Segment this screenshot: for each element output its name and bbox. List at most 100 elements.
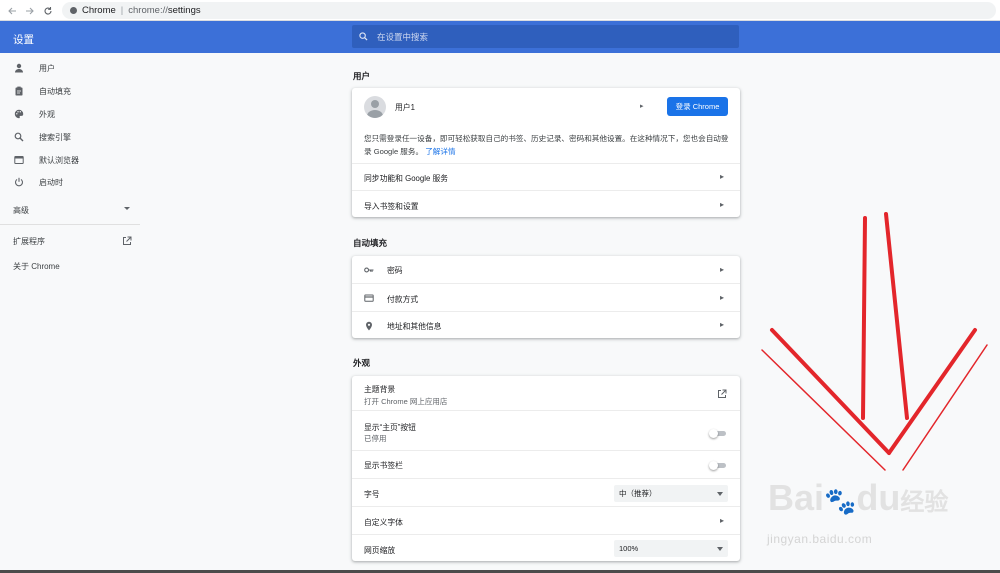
autofill-section-title: 自动填充 bbox=[353, 238, 388, 248]
chevron-right-icon: ▸ bbox=[719, 293, 724, 302]
theme-subtitle: 打开 Chrome 网上应用店 bbox=[364, 397, 448, 406]
signin-description-text: 您只需登录任一设备，即可轻松获取自己的书签、历史记录、密码和其他设置。在这种情况… bbox=[364, 134, 729, 156]
import-label: 导入书签和设置 bbox=[364, 202, 419, 211]
payment-methods-row[interactable]: 付款方式 ▸ bbox=[352, 283, 740, 311]
dropdown-caret-icon bbox=[717, 492, 723, 496]
sidebar-item-search-engine[interactable]: 搜索引擎 bbox=[0, 126, 140, 148]
addresses-label: 地址和其他信息 bbox=[387, 322, 442, 331]
url-path: settings bbox=[167, 5, 201, 16]
bookmarks-bar-label: 显示书签栏 bbox=[364, 461, 403, 470]
watermark-logo-text: Bai bbox=[768, 477, 825, 518]
open-in-new-icon[interactable] bbox=[717, 389, 727, 401]
bookmarks-bar-toggle[interactable] bbox=[709, 461, 726, 470]
sidebar-item-extensions[interactable]: 扩展程序 bbox=[0, 230, 140, 252]
avatar bbox=[364, 96, 386, 118]
sidebar-item-people[interactable]: 用户 bbox=[0, 57, 140, 79]
search-icon bbox=[359, 32, 368, 41]
autofill-card: 密码 ▸ 付款方式 ▸ 地址和其他信息 ▸ bbox=[352, 256, 740, 338]
home-button-toggle[interactable] bbox=[709, 429, 726, 438]
chevron-right-icon: ▸ bbox=[719, 172, 724, 181]
baidu-watermark-logo: Bai🐾du经验 bbox=[768, 477, 948, 519]
watermark-logo-text-2: du bbox=[856, 477, 901, 518]
baidu-watermark-url: jingyan.baidu.com bbox=[767, 532, 873, 546]
chrome-site-icon bbox=[70, 7, 77, 14]
font-size-select[interactable]: 中（推荐） bbox=[614, 485, 728, 502]
theme-row[interactable]: 主题背景 打开 Chrome 网上应用店 bbox=[352, 376, 740, 410]
people-section-title: 用户 bbox=[353, 71, 371, 81]
home-button-subtitle: 已停用 bbox=[364, 434, 387, 443]
clipboard-icon bbox=[14, 86, 24, 96]
signin-description: 您只需登录任一设备，即可轻松获取自己的书签、历史记录、密码和其他设置。在这种情况… bbox=[364, 133, 734, 158]
chevron-down-icon bbox=[124, 207, 130, 210]
people-card: 用户1 ▸ 登录 Chrome 您只需登录任一设备，即可轻松获取自己的书签、历史… bbox=[352, 88, 740, 217]
bookmarks-bar-row[interactable]: 显示书签栏 bbox=[352, 450, 740, 478]
arrow-left-icon bbox=[8, 7, 16, 14]
sidebar-item-label: 搜索引擎 bbox=[39, 132, 71, 142]
reload-button[interactable] bbox=[38, 0, 58, 21]
site-label: Chrome bbox=[82, 5, 116, 16]
passwords-label: 密码 bbox=[387, 266, 403, 275]
font-size-value: 中（推荐） bbox=[619, 489, 657, 498]
dropdown-caret-icon bbox=[717, 547, 723, 551]
credit-card-icon bbox=[364, 293, 374, 303]
sidebar-item-autofill[interactable]: 自动填充 bbox=[0, 80, 140, 102]
signin-chrome-button[interactable]: 登录 Chrome bbox=[667, 97, 728, 116]
home-button-row[interactable]: 显示“主页”按钮 已停用 bbox=[352, 410, 740, 450]
arrow-right-icon bbox=[26, 7, 34, 14]
back-button[interactable] bbox=[2, 0, 22, 21]
addresses-row[interactable]: 地址和其他信息 ▸ bbox=[352, 311, 740, 338]
forward-button[interactable] bbox=[20, 0, 40, 21]
import-row[interactable]: 导入书签和设置 ▸ bbox=[352, 190, 740, 217]
settings-header: 设置 bbox=[0, 21, 1000, 53]
sidebar-divider bbox=[0, 224, 140, 225]
settings-search-box[interactable] bbox=[352, 25, 739, 48]
sidebar-item-label: 自动填充 bbox=[39, 86, 71, 96]
appearance-section-title: 外观 bbox=[353, 358, 371, 368]
chevron-right-icon: ▸ bbox=[719, 320, 724, 329]
page-zoom-label: 网页缩放 bbox=[364, 546, 396, 555]
palette-icon bbox=[14, 109, 24, 119]
custom-fonts-row[interactable]: 自定义字体 ▸ bbox=[352, 506, 740, 534]
page-zoom-select[interactable]: 100% bbox=[614, 540, 728, 557]
sidebar-item-label: 默认浏览器 bbox=[39, 155, 79, 165]
sidebar-item-about-chrome[interactable]: 关于 Chrome bbox=[13, 261, 60, 272]
page-zoom-row: 网页缩放 100% bbox=[352, 534, 740, 561]
sidebar-item-label: 用户 bbox=[39, 63, 55, 73]
sidebar: 用户 自动填充 外观 搜索引擎 默认浏览器 启动时 高级 扩展程序 关于 Chr… bbox=[0, 53, 140, 573]
arrow-stroke-left-shaft bbox=[861, 216, 867, 420]
sync-row[interactable]: 同步功能和 Google 服务 ▸ bbox=[352, 163, 740, 190]
browser-toolbar: Chrome | chrome://settings bbox=[0, 0, 1000, 21]
chevron-right-icon: ▸ bbox=[719, 516, 724, 525]
passwords-row[interactable]: 密码 ▸ bbox=[352, 256, 740, 283]
sync-label: 同步功能和 Google 服务 bbox=[364, 174, 449, 183]
address-separator: | bbox=[120, 5, 124, 16]
browser-window-icon bbox=[14, 155, 24, 165]
person-icon bbox=[14, 63, 24, 73]
custom-fonts-label: 自定义字体 bbox=[364, 518, 403, 527]
font-size-row: 字号 中（推荐） bbox=[352, 478, 740, 506]
address-bar[interactable]: Chrome | chrome://settings bbox=[62, 2, 996, 19]
watermark-logo-cn: 经验 bbox=[900, 489, 949, 516]
sidebar-item-default-browser[interactable]: 默认浏览器 bbox=[0, 149, 140, 171]
arrow-stroke-right-wing bbox=[887, 328, 977, 455]
paw-icon: 🐾 bbox=[824, 486, 857, 516]
sidebar-advanced-label: 高级 bbox=[13, 205, 29, 215]
learn-more-link[interactable]: 了解详情 bbox=[425, 147, 455, 156]
font-size-label: 字号 bbox=[364, 490, 380, 499]
arrow-stroke-right-shaft bbox=[884, 212, 909, 420]
user-name: 用户1 bbox=[395, 103, 415, 112]
appearance-card: 主题背景 打开 Chrome 网上应用店 显示“主页”按钮 已停用 显示书签栏 … bbox=[352, 376, 740, 561]
chevron-right-icon: ▸ bbox=[719, 200, 724, 209]
arrow-stroke-outer-left bbox=[761, 349, 886, 471]
page-zoom-value: 100% bbox=[619, 544, 639, 553]
theme-label: 主题背景 bbox=[364, 385, 396, 394]
sidebar-item-appearance[interactable]: 外观 bbox=[0, 103, 140, 125]
key-icon bbox=[364, 265, 374, 275]
search-input[interactable] bbox=[377, 31, 717, 42]
home-button-label: 显示“主页”按钮 bbox=[364, 423, 416, 432]
sidebar-advanced-toggle[interactable]: 高级 bbox=[0, 199, 140, 221]
user-row[interactable]: 用户1 ▸ 登录 Chrome bbox=[352, 88, 740, 126]
sidebar-extensions-label: 扩展程序 bbox=[13, 236, 45, 246]
sidebar-item-on-startup[interactable]: 启动时 bbox=[0, 171, 140, 193]
url-host: chrome:// bbox=[128, 5, 168, 16]
